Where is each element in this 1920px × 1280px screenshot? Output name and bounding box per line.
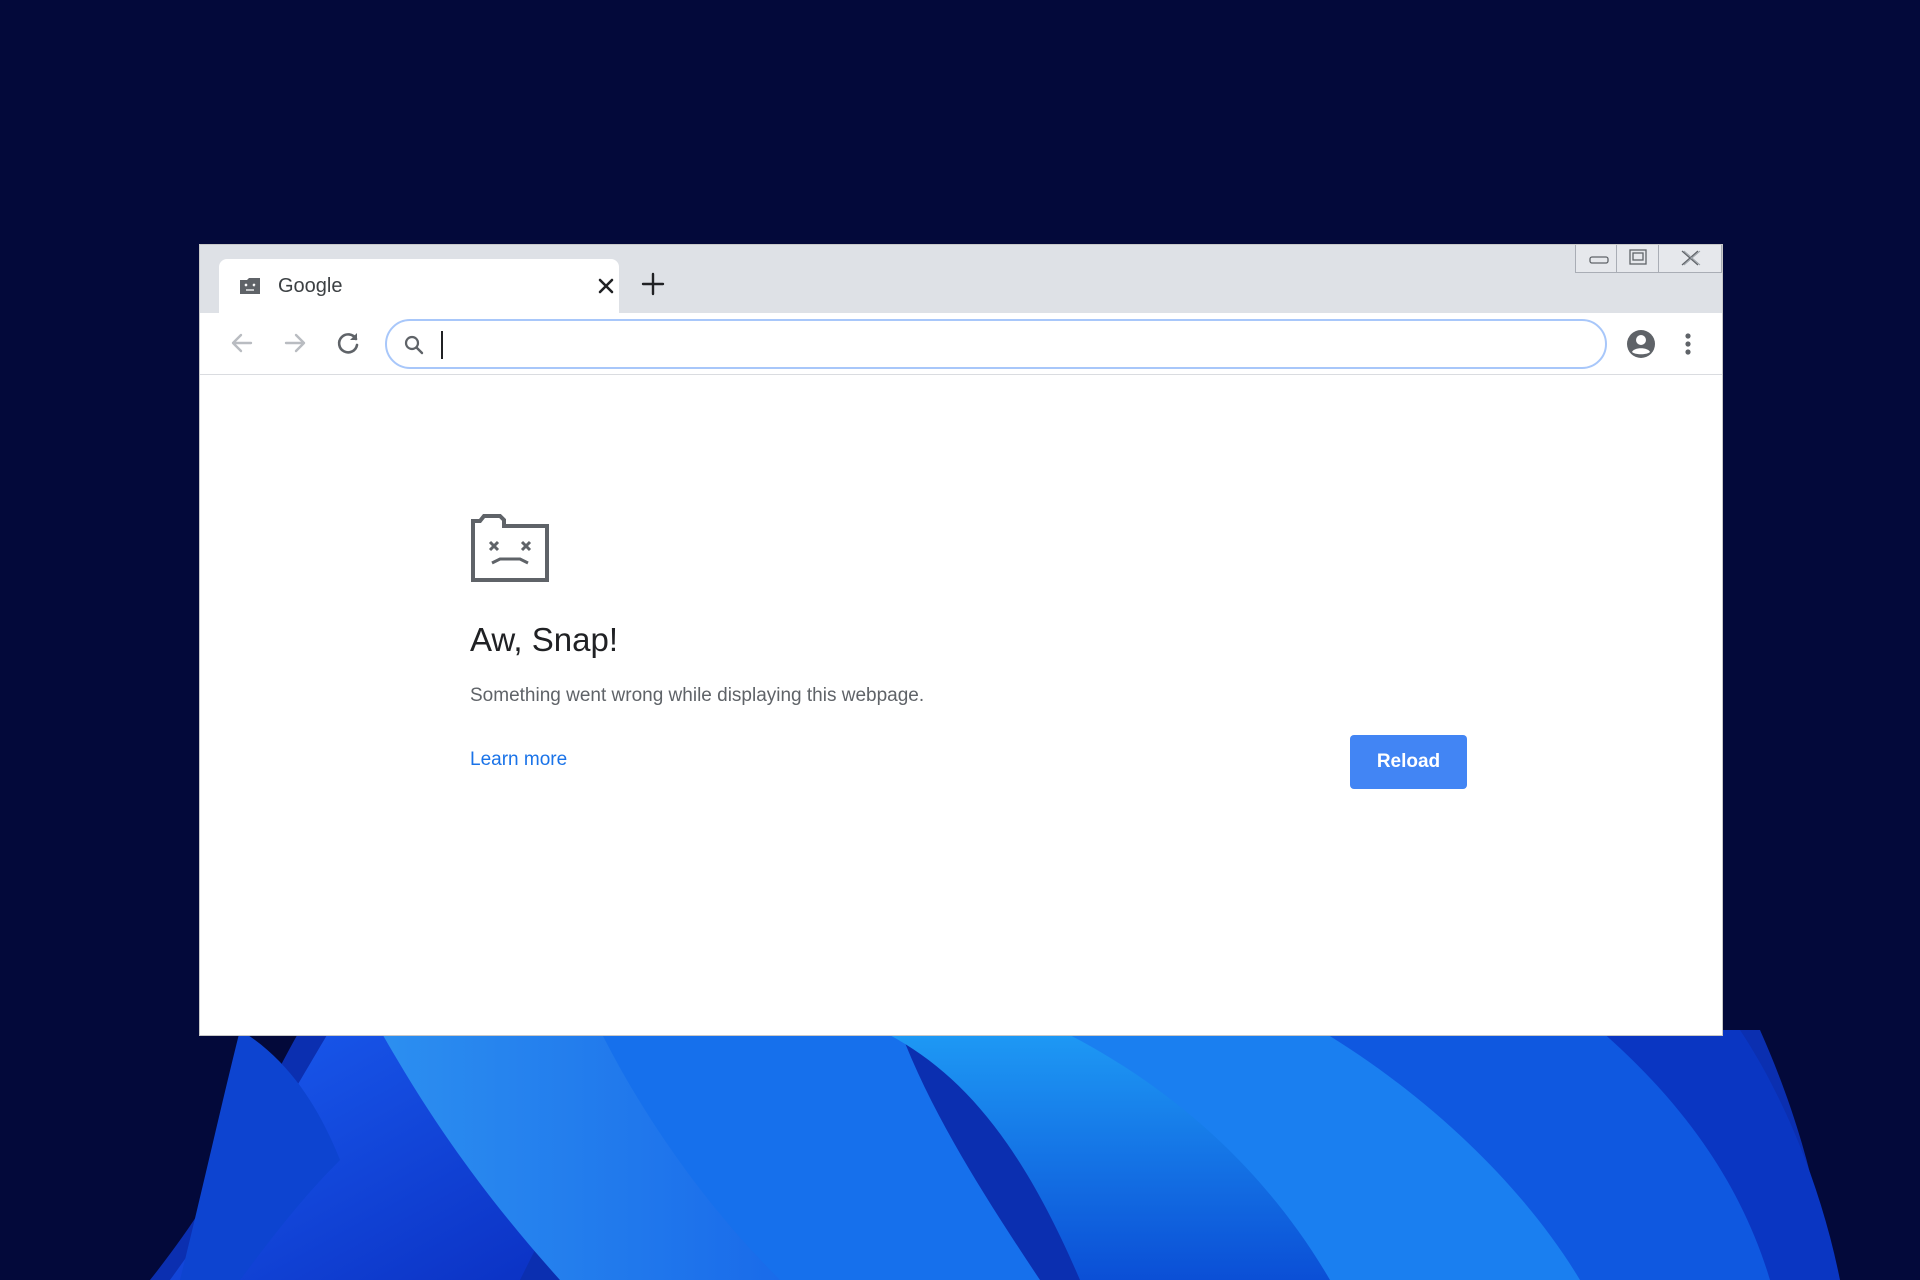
arrow-left-icon[interactable] [227, 328, 257, 358]
new-tab-button[interactable] [638, 269, 668, 299]
browser-toolbar [200, 313, 1722, 375]
reload-button[interactable]: Reload [1350, 735, 1467, 789]
page-content: Aw, Snap! Something went wrong while dis… [200, 375, 1722, 1035]
error-heading: Aw, Snap! [470, 621, 619, 658]
close-window-button[interactable] [1659, 245, 1722, 273]
address-input[interactable] [441, 329, 1581, 359]
desktop: Google Aw, Snap! Something went wrong wh… [0, 0, 1920, 1280]
error-message: Something went wrong while displaying th… [470, 685, 925, 706]
browser-window: Google Aw, Snap! Something went wrong wh… [200, 245, 1722, 1035]
search-icon [404, 335, 424, 355]
learn-more-link[interactable]: Learn more [470, 749, 567, 771]
sad-tab-icon [471, 514, 549, 582]
account-circle-icon[interactable] [1625, 328, 1657, 360]
text-caret [441, 331, 443, 359]
close-window-icon [1681, 250, 1701, 266]
address-bar[interactable] [385, 319, 1607, 369]
sad-folder-icon [240, 278, 260, 294]
restore-button[interactable] [1617, 245, 1659, 273]
arrow-right-icon[interactable] [280, 328, 310, 358]
close-icon[interactable] [594, 274, 618, 298]
window-controls [1575, 245, 1722, 273]
kebab-menu-icon[interactable] [1682, 328, 1694, 360]
minimize-icon [1589, 256, 1609, 264]
browser-tab[interactable]: Google [219, 259, 619, 313]
reload-icon[interactable] [333, 328, 363, 358]
restore-icon [1629, 249, 1647, 265]
minimize-button[interactable] [1575, 245, 1617, 273]
title-bar: Google [200, 245, 1722, 313]
tab-title: Google [278, 275, 343, 297]
